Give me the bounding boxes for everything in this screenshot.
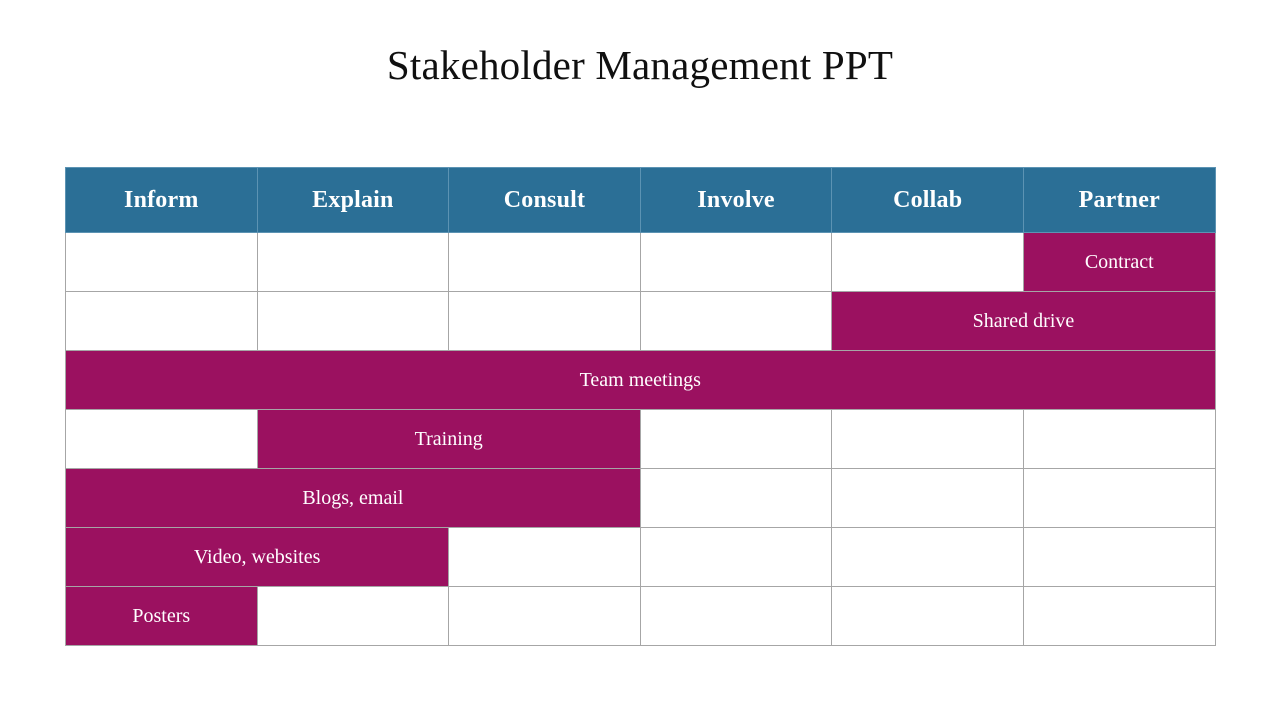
matrix-cell-empty[interactable] (1022, 409, 1216, 469)
column-header-consult[interactable]: Consult (448, 167, 641, 233)
matrix-cell-empty[interactable] (831, 409, 1024, 469)
matrix-cell-empty[interactable] (639, 586, 833, 646)
matrix-cell-empty[interactable] (639, 409, 833, 469)
matrix-cell-row-blogs-email[interactable]: Blogs, email (65, 468, 641, 528)
matrix-cell-empty[interactable] (256, 291, 450, 351)
matrix-cell-empty[interactable] (831, 468, 1024, 528)
matrix-cell-row-contract[interactable]: Contract (1022, 232, 1216, 292)
matrix-cell-empty[interactable] (448, 527, 641, 587)
matrix-cell-empty[interactable] (1022, 586, 1216, 646)
matrix-cell-row-team-meetings[interactable]: Team meetings (65, 350, 1216, 410)
column-header-involve[interactable]: Involve (639, 167, 833, 233)
column-header-collab[interactable]: Collab (831, 167, 1024, 233)
matrix-cell-row-shared-drive[interactable]: Shared drive (831, 291, 1216, 351)
matrix-cell-empty[interactable] (639, 291, 833, 351)
matrix-cell-empty[interactable] (256, 232, 450, 292)
matrix-cell-row-video-websites[interactable]: Video, websites (64, 527, 450, 587)
column-header-inform[interactable]: Inform (65, 167, 258, 233)
matrix-cell-empty[interactable] (831, 586, 1024, 646)
matrix-cell-empty[interactable] (1022, 468, 1216, 528)
matrix-cell-empty[interactable] (831, 232, 1024, 292)
table-row: Training (65, 409, 1216, 469)
matrix-cell-empty[interactable] (448, 232, 641, 292)
matrix-cell-row-posters[interactable]: Posters (65, 586, 258, 646)
column-header-partner[interactable]: Partner (1022, 167, 1216, 233)
matrix-cell-empty[interactable] (1022, 527, 1216, 587)
table-row: Contract (65, 232, 1216, 292)
matrix-header: Inform Explain Consult Involve Collab Pa… (65, 167, 1216, 233)
slide-canvas: Stakeholder Management PPT Inform Explai… (0, 0, 1280, 720)
table-row: Team meetings (65, 350, 1216, 410)
matrix-cell-row-training[interactable]: Training (256, 409, 641, 469)
matrix-cell-empty[interactable] (256, 586, 450, 646)
page-title: Stakeholder Management PPT (386, 42, 894, 88)
matrix-cell-empty[interactable] (65, 232, 258, 292)
matrix-cell-empty[interactable] (65, 409, 258, 469)
matrix-cell-empty[interactable] (639, 527, 833, 587)
matrix-cell-empty[interactable] (639, 468, 833, 528)
matrix-cell-empty[interactable] (448, 586, 641, 646)
stakeholder-matrix-table: Inform Explain Consult Involve Collab Pa… (64, 167, 1216, 646)
matrix-cell-empty[interactable] (448, 291, 641, 351)
table-row: Blogs, email (65, 468, 1216, 528)
matrix-header-row: Inform Explain Consult Involve Collab Pa… (65, 167, 1216, 233)
stakeholder-matrix-container: Inform Explain Consult Involve Collab Pa… (64, 167, 1216, 646)
table-row: Posters (65, 586, 1216, 646)
matrix-cell-empty[interactable] (639, 232, 833, 292)
matrix-cell-empty[interactable] (831, 527, 1024, 587)
matrix-cell-empty[interactable] (65, 291, 258, 351)
matrix-body: Contract Shared drive Team meetings Trainin… (64, 232, 1216, 646)
table-row: Video, websites (64, 527, 1216, 587)
column-header-explain[interactable]: Explain (256, 167, 450, 233)
table-row: Shared drive (65, 291, 1216, 351)
